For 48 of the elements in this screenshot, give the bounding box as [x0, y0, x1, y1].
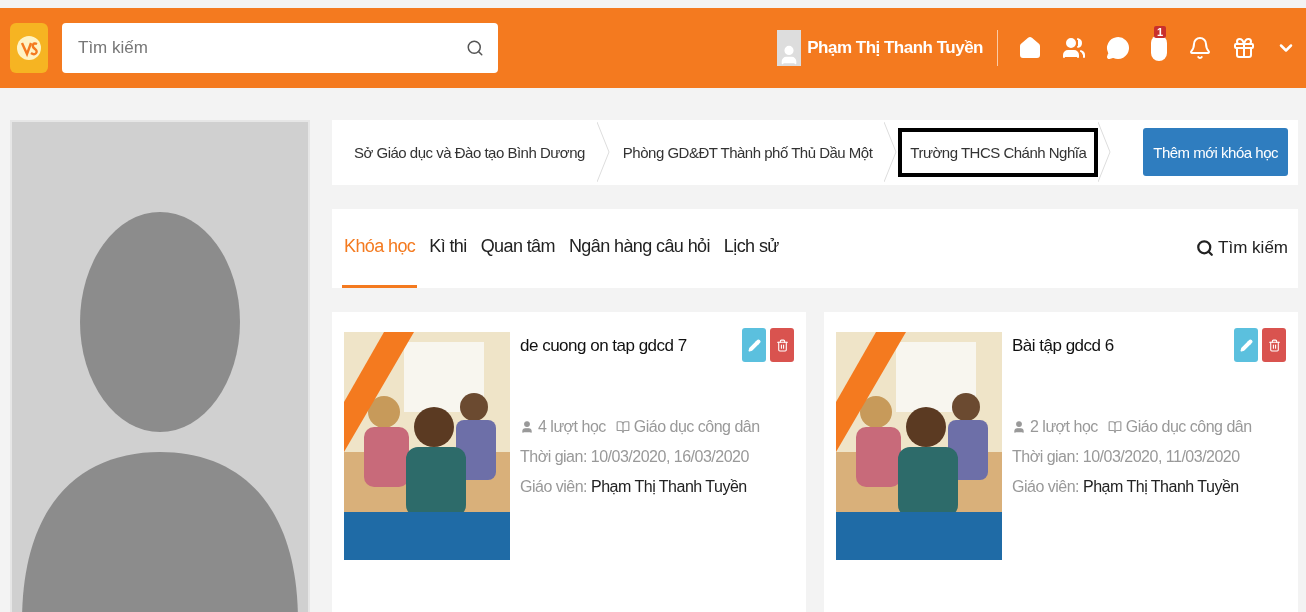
delete-button[interactable] — [1262, 328, 1286, 362]
chevron-separator-icon — [596, 122, 611, 183]
course-title[interactable]: de cuong on tap gdcd 7 — [520, 336, 687, 356]
teacher-name: Phạm Thị Thanh Tuyền — [591, 478, 747, 495]
search-field[interactable]: Tìm kiếm — [62, 23, 498, 73]
chevron-separator-icon — [884, 122, 899, 183]
tab[interactable]: Kì thi — [427, 208, 469, 288]
search-icon[interactable] — [466, 39, 484, 57]
book-icon — [1107, 420, 1122, 434]
teacher-label: Giáo viên: — [1012, 478, 1081, 495]
pencil-icon — [747, 338, 761, 352]
course-title[interactable]: Bài tập gdcd 6 — [1012, 336, 1114, 356]
avatar-icon[interactable] — [777, 30, 802, 66]
breadcrumb-link[interactable]: Trường THCS Chánh Nghĩa — [898, 127, 1099, 177]
tab[interactable]: Lịch sử — [721, 208, 781, 288]
teacher-label: Giáo viên: — [520, 478, 589, 495]
course-dates: Thời gian: 10/03/2020, 11/03/2020 — [1012, 448, 1241, 466]
search-icon[interactable] — [1196, 239, 1215, 258]
notification-count: 1 — [1154, 26, 1167, 38]
search-link[interactable]: Tìm kiếm — [1218, 238, 1288, 259]
teacher-name: Phạm Thị Thanh Tuyền — [1083, 478, 1239, 495]
breadcrumb-link[interactable]: Phòng GD&ĐT Thành phố Thủ Dầu Một — [610, 127, 885, 177]
edit-button[interactable] — [742, 328, 766, 362]
tab[interactable]: Quan tâm — [478, 208, 557, 288]
trash-icon — [775, 338, 789, 352]
subject: Giáo dục công dân — [633, 418, 760, 436]
chat-icon[interactable] — [1106, 36, 1130, 60]
breadcrumb-link[interactable]: Sở Giáo dục và Đào tạo Bình Dương — [342, 127, 597, 177]
person-icon — [520, 420, 534, 434]
chevron-separator-icon — [1098, 122, 1113, 183]
gift-icon[interactable] — [1232, 36, 1256, 60]
logo-icon[interactable] — [10, 23, 48, 73]
subject: Giáo dục công dân — [1125, 418, 1252, 436]
trash-icon — [1267, 338, 1281, 352]
book-icon — [615, 420, 630, 434]
bell-icon[interactable] — [1188, 36, 1212, 60]
person-icon — [1012, 420, 1026, 434]
group-icon[interactable] — [1062, 36, 1086, 60]
mouse-icon[interactable] — [1150, 34, 1168, 62]
learner-count: 2 lượt học — [1030, 418, 1098, 436]
edit-button[interactable] — [1234, 328, 1258, 362]
pencil-icon — [1239, 338, 1253, 352]
delete-button[interactable] — [770, 328, 794, 362]
course-dates: Thời gian: 10/03/2020, 16/03/2020 — [520, 448, 750, 466]
tab[interactable]: Ngân hàng câu hỏi — [566, 208, 712, 288]
learner-count: 4 lượt học — [538, 418, 606, 436]
add-course-button[interactable]: Thêm mới khóa học — [1143, 128, 1288, 177]
home-icon[interactable] — [1018, 36, 1042, 60]
